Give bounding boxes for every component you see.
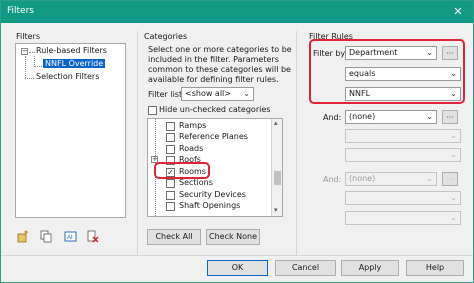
filter-list-value: <show all> (185, 89, 231, 98)
categories-heading: Categories (144, 32, 188, 41)
hide-unchecked-checkbox[interactable] (148, 106, 157, 115)
tree-item-nnfl-override[interactable]: NNFL Override (43, 59, 106, 68)
new-filter-icon[interactable] (16, 230, 29, 243)
categories-description-line4: available for defining filter rules. (148, 75, 279, 84)
chevron-down-icon: ⌄ (450, 150, 457, 159)
categories-scrollbar[interactable]: ▴ ▾ (271, 119, 282, 216)
category-checkbox-security-devices[interactable] (166, 191, 175, 200)
rule2-parameter-value: (none) (349, 112, 376, 121)
category-label-reference-planes: Reference Planes (179, 132, 248, 141)
ok-button[interactable]: OK (207, 260, 268, 276)
rule3-parameter-value: (none) (349, 174, 376, 183)
cancel-button[interactable]: Cancel (275, 260, 336, 276)
tree-item-rule-based-filters[interactable]: Rule-based Filters (36, 46, 107, 55)
category-label-roads: Roads (179, 144, 204, 153)
category-label-ramps: Ramps (179, 121, 207, 130)
rule2-operator-select: ⌄ (345, 129, 461, 143)
rule2-parameter-select[interactable]: (none) ⌄ (345, 110, 437, 124)
filters-heading: Filters (16, 32, 40, 41)
tree-item-selection-filters[interactable]: Selection Filters (36, 72, 99, 81)
scrollbar-thumb[interactable] (274, 171, 281, 185)
edit-parameters-button-3: ⋯ (442, 172, 458, 186)
hide-unchecked-label: Hide un-checked categories (159, 105, 271, 114)
help-button[interactable]: Help (406, 260, 464, 276)
rooms-highlight (154, 162, 210, 179)
browse-icon: ⋯ (446, 113, 454, 121)
browse-icon: ⋯ (446, 175, 454, 183)
category-checkbox-roads[interactable] (166, 145, 175, 154)
svg-text:AI: AI (67, 235, 73, 241)
apply-button[interactable]: Apply (341, 260, 399, 276)
chevron-down-icon: ⌄ (426, 112, 433, 121)
chevron-down-icon: ⌄ (450, 131, 457, 140)
categories-description-line3: common to these categories will be (148, 65, 291, 74)
collapse-icon[interactable]: − (21, 48, 28, 55)
close-icon[interactable]: ✕ (443, 1, 473, 23)
categories-description-line1: Select one or more categories to be (148, 45, 292, 54)
rule3-operator-select: ⌄ (345, 191, 461, 205)
category-checkbox-shaft-openings[interactable] (166, 202, 175, 211)
check-all-button[interactable]: Check All (147, 229, 201, 245)
rename-filter-icon[interactable]: AI (64, 230, 77, 243)
category-checkbox-sections[interactable] (166, 179, 175, 188)
chevron-down-icon: ⌄ (243, 89, 250, 98)
rule3-value-field: ⌄ (345, 211, 461, 225)
categories-description-line2: included in the filter. Parameters (148, 55, 279, 64)
check-none-button[interactable]: Check None (206, 229, 260, 245)
duplicate-filter-icon[interactable] (40, 230, 53, 243)
filter-list-label: Filter list: (148, 90, 185, 99)
category-label-sections: Sections (179, 178, 213, 187)
and-label-2: And: (323, 175, 342, 184)
filter-rule-highlight (309, 39, 465, 104)
filters-dialog: Filters ✕ Filters − Rule-based Filters N… (0, 0, 474, 283)
filters-tree[interactable]: − Rule-based Filters NNFL Override Selec… (15, 43, 126, 218)
rule2-value-field: ⌄ (345, 148, 461, 162)
filter-list-select[interactable]: <show all> ⌄ (181, 87, 254, 101)
and-label-1: And: (323, 113, 342, 122)
scroll-down-icon[interactable]: ▾ (274, 206, 278, 214)
category-checkbox-reference-planes[interactable] (166, 133, 175, 142)
category-label-security-devices: Security Devices (179, 190, 246, 199)
scroll-up-icon[interactable]: ▴ (274, 119, 278, 127)
edit-parameters-button-2[interactable]: ⋯ (442, 110, 458, 124)
chevron-down-icon: ⌄ (450, 193, 457, 202)
window-title: Filters (7, 6, 34, 16)
chevron-down-icon: ⌄ (450, 213, 457, 222)
title-bar: Filters ✕ (1, 1, 473, 23)
chevron-down-icon: ⌄ (426, 174, 433, 183)
category-label-shaft-openings: Shaft Openings (179, 201, 241, 210)
rule3-parameter-select: (none) ⌄ (345, 172, 437, 186)
category-checkbox-ramps[interactable] (166, 122, 175, 131)
delete-filter-icon[interactable] (86, 230, 99, 243)
